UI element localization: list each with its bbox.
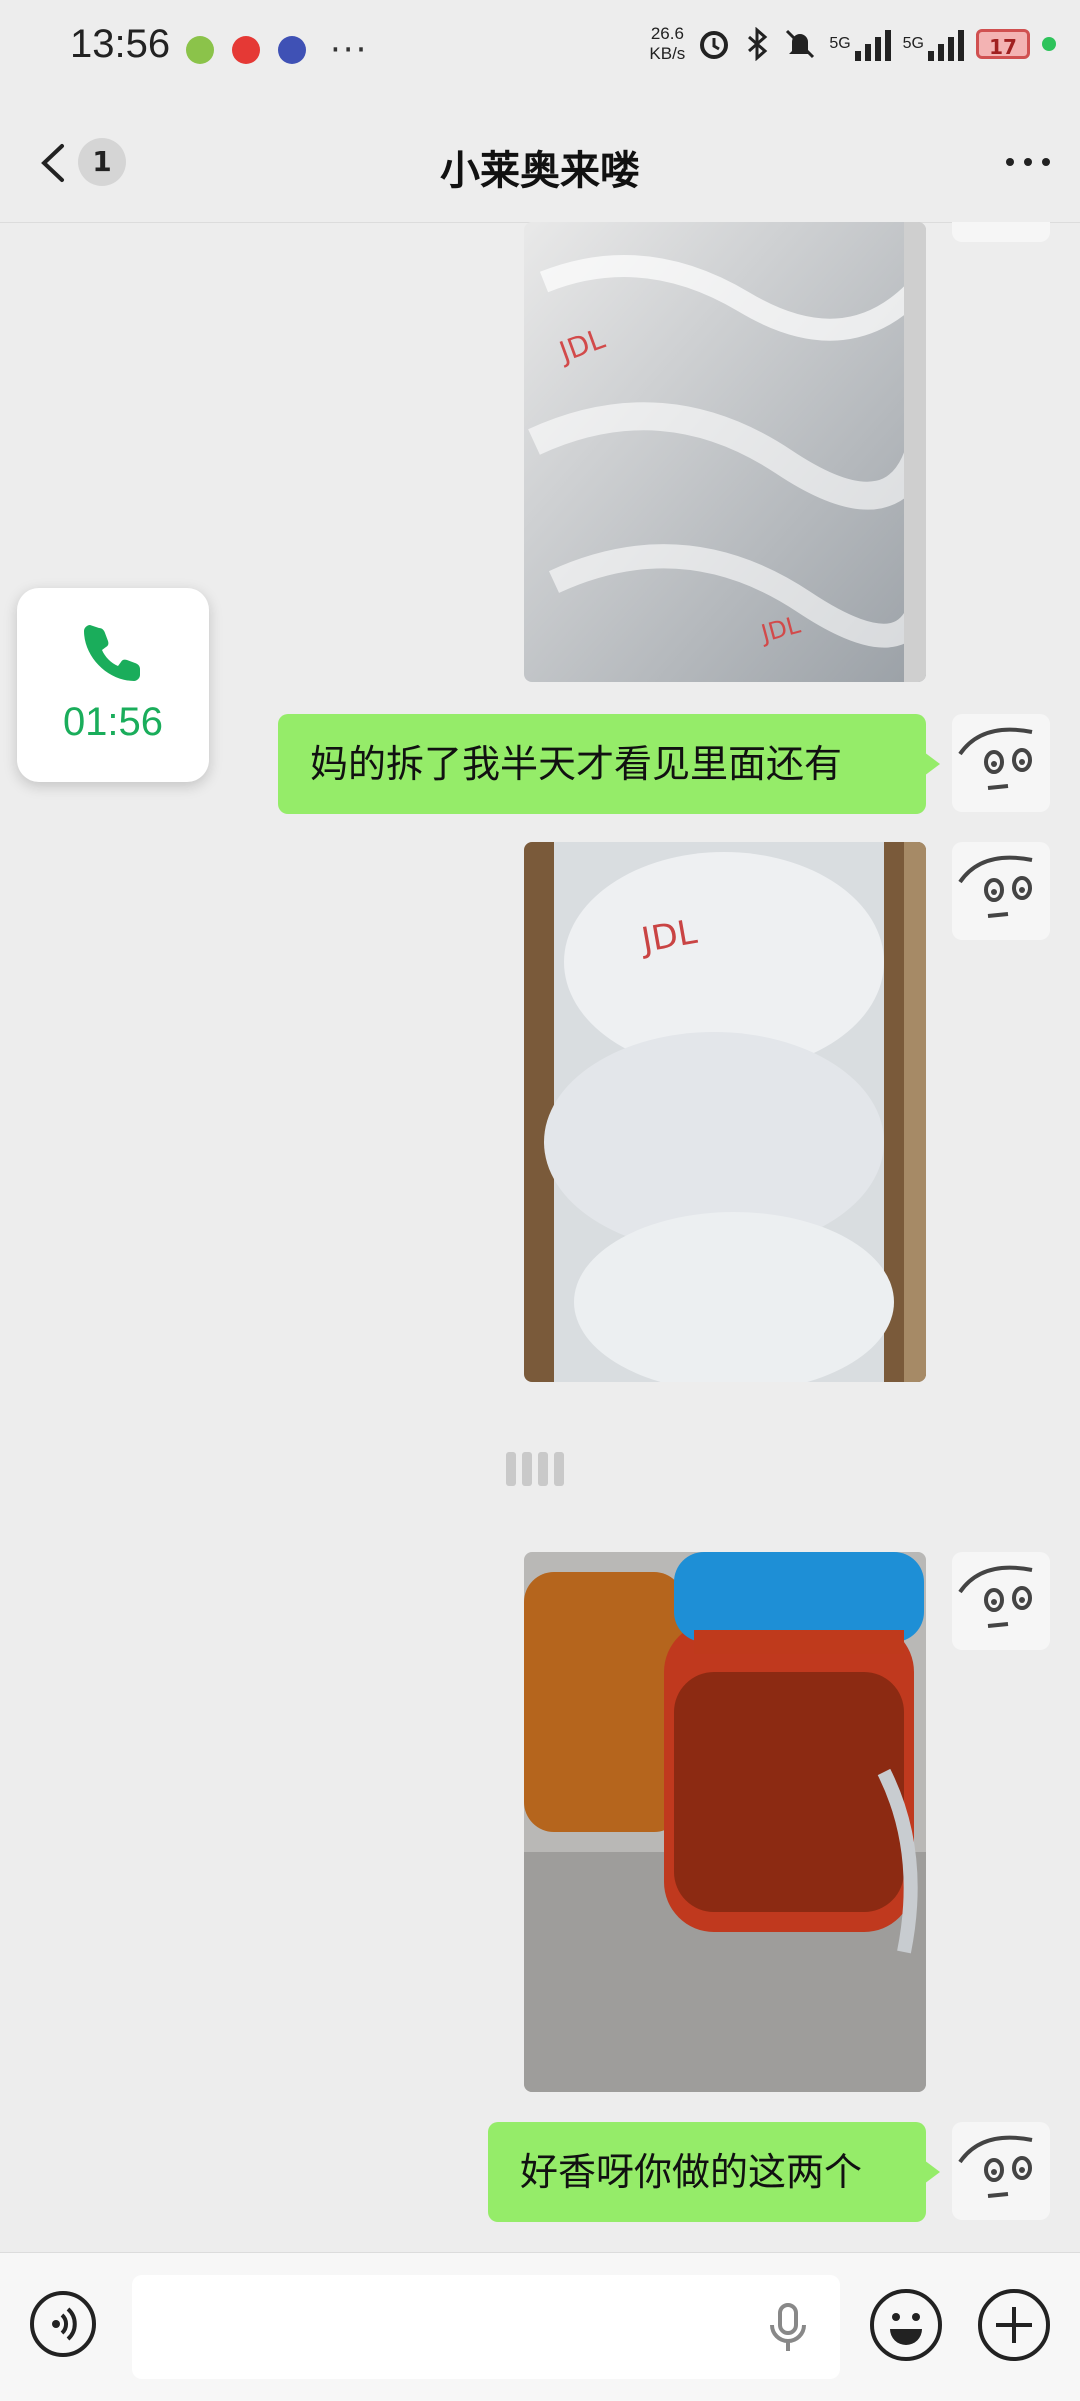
voice-indicator xyxy=(506,1452,564,1486)
bluetooth-icon xyxy=(748,27,768,61)
alarm-icon xyxy=(700,31,729,59)
image-message[interactable]: JDL JDL xyxy=(524,222,926,682)
photo-box-icon: JDL xyxy=(524,842,926,1382)
message-text: 妈的拆了我半天才看见里面还有 xyxy=(310,742,843,786)
avatar[interactable] xyxy=(952,714,1050,812)
input-bar xyxy=(0,2252,1080,2401)
app-notification-icon xyxy=(278,36,306,64)
image-message[interactable]: JDL xyxy=(524,842,926,1382)
chat-app-icon xyxy=(186,36,214,64)
mute-bell-icon xyxy=(786,29,815,59)
avatar-face-icon xyxy=(958,1565,1033,1628)
signal-icon-2: 5G xyxy=(903,27,964,61)
weibo-icon xyxy=(232,36,260,64)
emoji-icon[interactable] xyxy=(870,2289,942,2361)
status-time: 13:56 xyxy=(70,22,171,66)
notification-icons: ··· xyxy=(186,30,368,70)
avatar-face-icon xyxy=(958,2135,1033,2198)
message-input[interactable] xyxy=(132,2275,840,2379)
photo-packaging-icon: JDL JDL xyxy=(524,222,926,682)
image-message[interactable] xyxy=(524,1552,926,2092)
plus-icon[interactable] xyxy=(978,2289,1050,2361)
more-icon[interactable] xyxy=(1006,158,1050,166)
signal-icon-1: 5G xyxy=(829,27,891,61)
text-message[interactable]: 好香呀你做的这两个 xyxy=(488,2122,940,2222)
privacy-indicator xyxy=(1042,37,1056,51)
chat-title: 小莱奥来喽 xyxy=(440,148,640,194)
call-floating-window[interactable]: 01:56 xyxy=(17,588,209,782)
status-bar: 13:56 ··· 26.6 KB/s 5G 5G 17 xyxy=(0,0,1080,100)
message-text: 好香呀你做的这两个 xyxy=(520,2150,863,2194)
avatar-face-icon xyxy=(958,855,1033,918)
call-duration: 01:56 xyxy=(62,700,164,744)
chat-header: 1 小莱奥来喽 xyxy=(0,100,1080,223)
voice-mode-icon[interactable] xyxy=(30,2291,96,2357)
photo-jars-icon xyxy=(524,1552,926,2092)
text-message[interactable]: 妈的拆了我半天才看见里面还有 xyxy=(278,714,940,814)
avatar[interactable] xyxy=(952,1552,1050,1650)
battery-icon: 17 xyxy=(976,29,1030,59)
net-speed: 26.6 KB/s xyxy=(649,24,686,63)
avatar[interactable] xyxy=(952,222,1050,242)
avatar[interactable] xyxy=(952,2122,1050,2220)
avatar[interactable] xyxy=(952,842,1050,940)
phone-icon xyxy=(84,625,140,681)
avatar-face-icon xyxy=(958,727,1033,790)
system-icons: 26.6 KB/s 5G 5G 17 xyxy=(649,24,1056,64)
more-notifications: ··· xyxy=(330,30,369,70)
microphone-icon[interactable] xyxy=(766,2303,810,2353)
